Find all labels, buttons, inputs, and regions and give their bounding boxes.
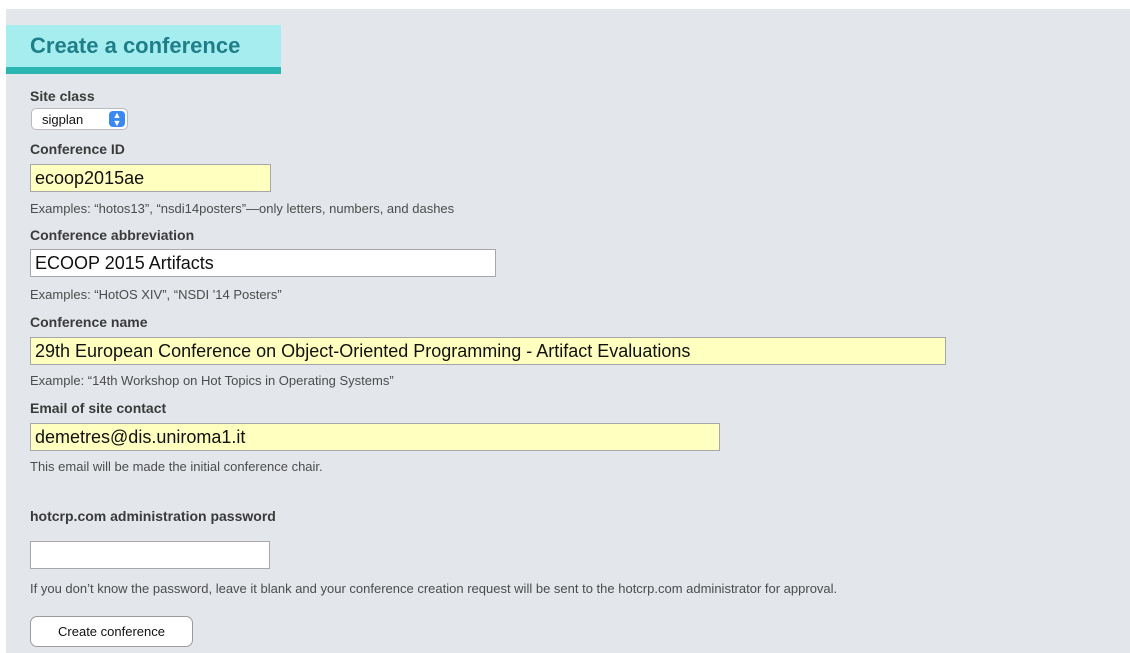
conference-id-hint: Examples: “hotos13”, “nsdi14posters”—onl… [30,201,455,216]
create-conference-button[interactable]: Create conference [30,616,193,647]
create-conference-panel: Create a conference Site class sigplan ▲… [6,9,1130,653]
conference-name-label: Conference name [30,314,148,330]
conference-name-input[interactable] [30,337,946,365]
site-class-selected-value: sigplan [42,112,84,127]
conference-abbreviation-hint: Examples: “HotOS XIV”, “NSDI '14 Posters… [30,287,282,302]
admin-password-input[interactable] [30,541,270,569]
conference-name-hint: Example: “14th Workshop on Hot Topics in… [30,373,394,388]
site-class-label: Site class [30,88,95,104]
conference-abbreviation-input[interactable] [30,249,496,277]
site-contact-email-input[interactable] [30,423,720,451]
admin-password-label: hotcrp.com administration password [30,508,276,524]
chevron-up-down-icon: ▲ ▼ [109,111,125,128]
admin-password-hint: If you don’t know the password, leave it… [30,581,838,596]
site-contact-email-label: Email of site contact [30,400,167,416]
page-title: Create a conference [30,33,241,58]
page-heading-tab: Create a conference [6,25,281,74]
site-class-select[interactable]: sigplan ▲ ▼ [31,108,128,130]
conference-id-input[interactable] [30,164,271,192]
conference-abbreviation-label: Conference abbreviation [30,227,195,243]
conference-id-label: Conference ID [30,141,125,157]
site-contact-email-hint: This email will be made the initial conf… [30,459,323,474]
